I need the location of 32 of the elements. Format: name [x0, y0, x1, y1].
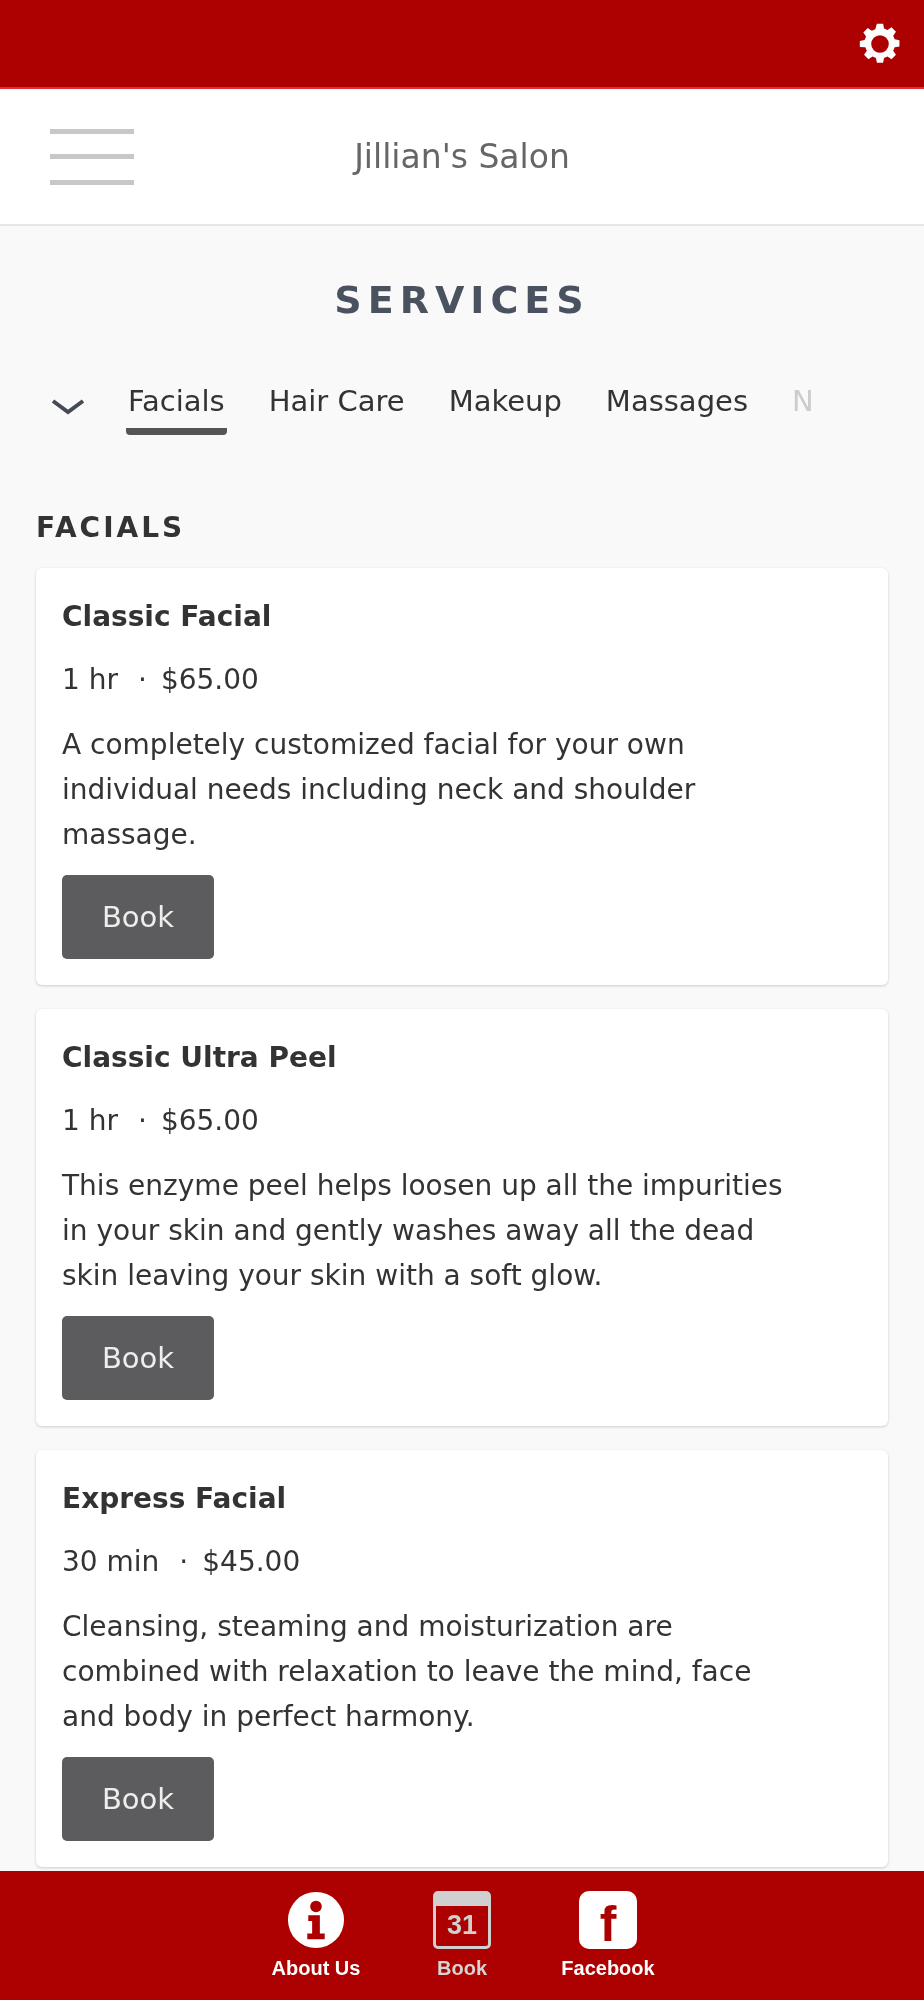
service-duration: 1 hr [62, 1104, 118, 1137]
calendar-icon: 31 [433, 1891, 491, 1949]
service-description: Cleansing, steaming and moisturization are combined with relaxation to leave the mind, face and body in perfect harmony. [62, 1609, 753, 1735]
service-price: $45.00 [202, 1545, 301, 1578]
separator-dot: · [138, 663, 147, 696]
category-tab[interactable]: Makeup [446, 378, 564, 435]
separator-dot: · [138, 1104, 147, 1137]
service-price: $65.00 [160, 1104, 259, 1137]
nav-item[interactable]: 31 Book [402, 1891, 522, 1980]
service-price: $65.00 [160, 663, 259, 696]
separator-dot: · [179, 1545, 189, 1578]
section-title: FACIALS [36, 511, 187, 544]
service-duration: 1 hr [62, 663, 118, 696]
category-tab[interactable]: Massages [603, 378, 750, 435]
info-icon [287, 1891, 345, 1949]
category-tab[interactable]: Facials [126, 378, 227, 435]
nav-item[interactable]: About Us [256, 1891, 376, 1980]
category-tab[interactable]: Hair Care [266, 378, 407, 435]
service-name: Express Facial [62, 1482, 288, 1515]
app-title: Jillian's Salon [354, 137, 570, 176]
nav-item[interactable]: f Facebook [548, 1891, 668, 1980]
book-button[interactable]: Book [62, 1757, 214, 1841]
settings-icon[interactable] [858, 21, 902, 66]
book-button[interactable]: Book [62, 875, 214, 959]
service-name: Classic Ultra Peel [62, 1041, 338, 1074]
service-name: Classic Facial [62, 600, 273, 633]
page-title: SERVICES [333, 278, 591, 322]
service-duration: 30 min [62, 1545, 160, 1578]
service-description: This enzyme peel helps loosen up all the impurities in your skin and gently washes away all the dead skin leaving your skin with a soft glow. [62, 1168, 784, 1294]
book-button[interactable]: Book [62, 1316, 214, 1400]
service-description: A completely customized facial for your own individual needs including neck and shoulder massage. [62, 727, 697, 853]
facebook-icon: f [579, 1891, 637, 1949]
